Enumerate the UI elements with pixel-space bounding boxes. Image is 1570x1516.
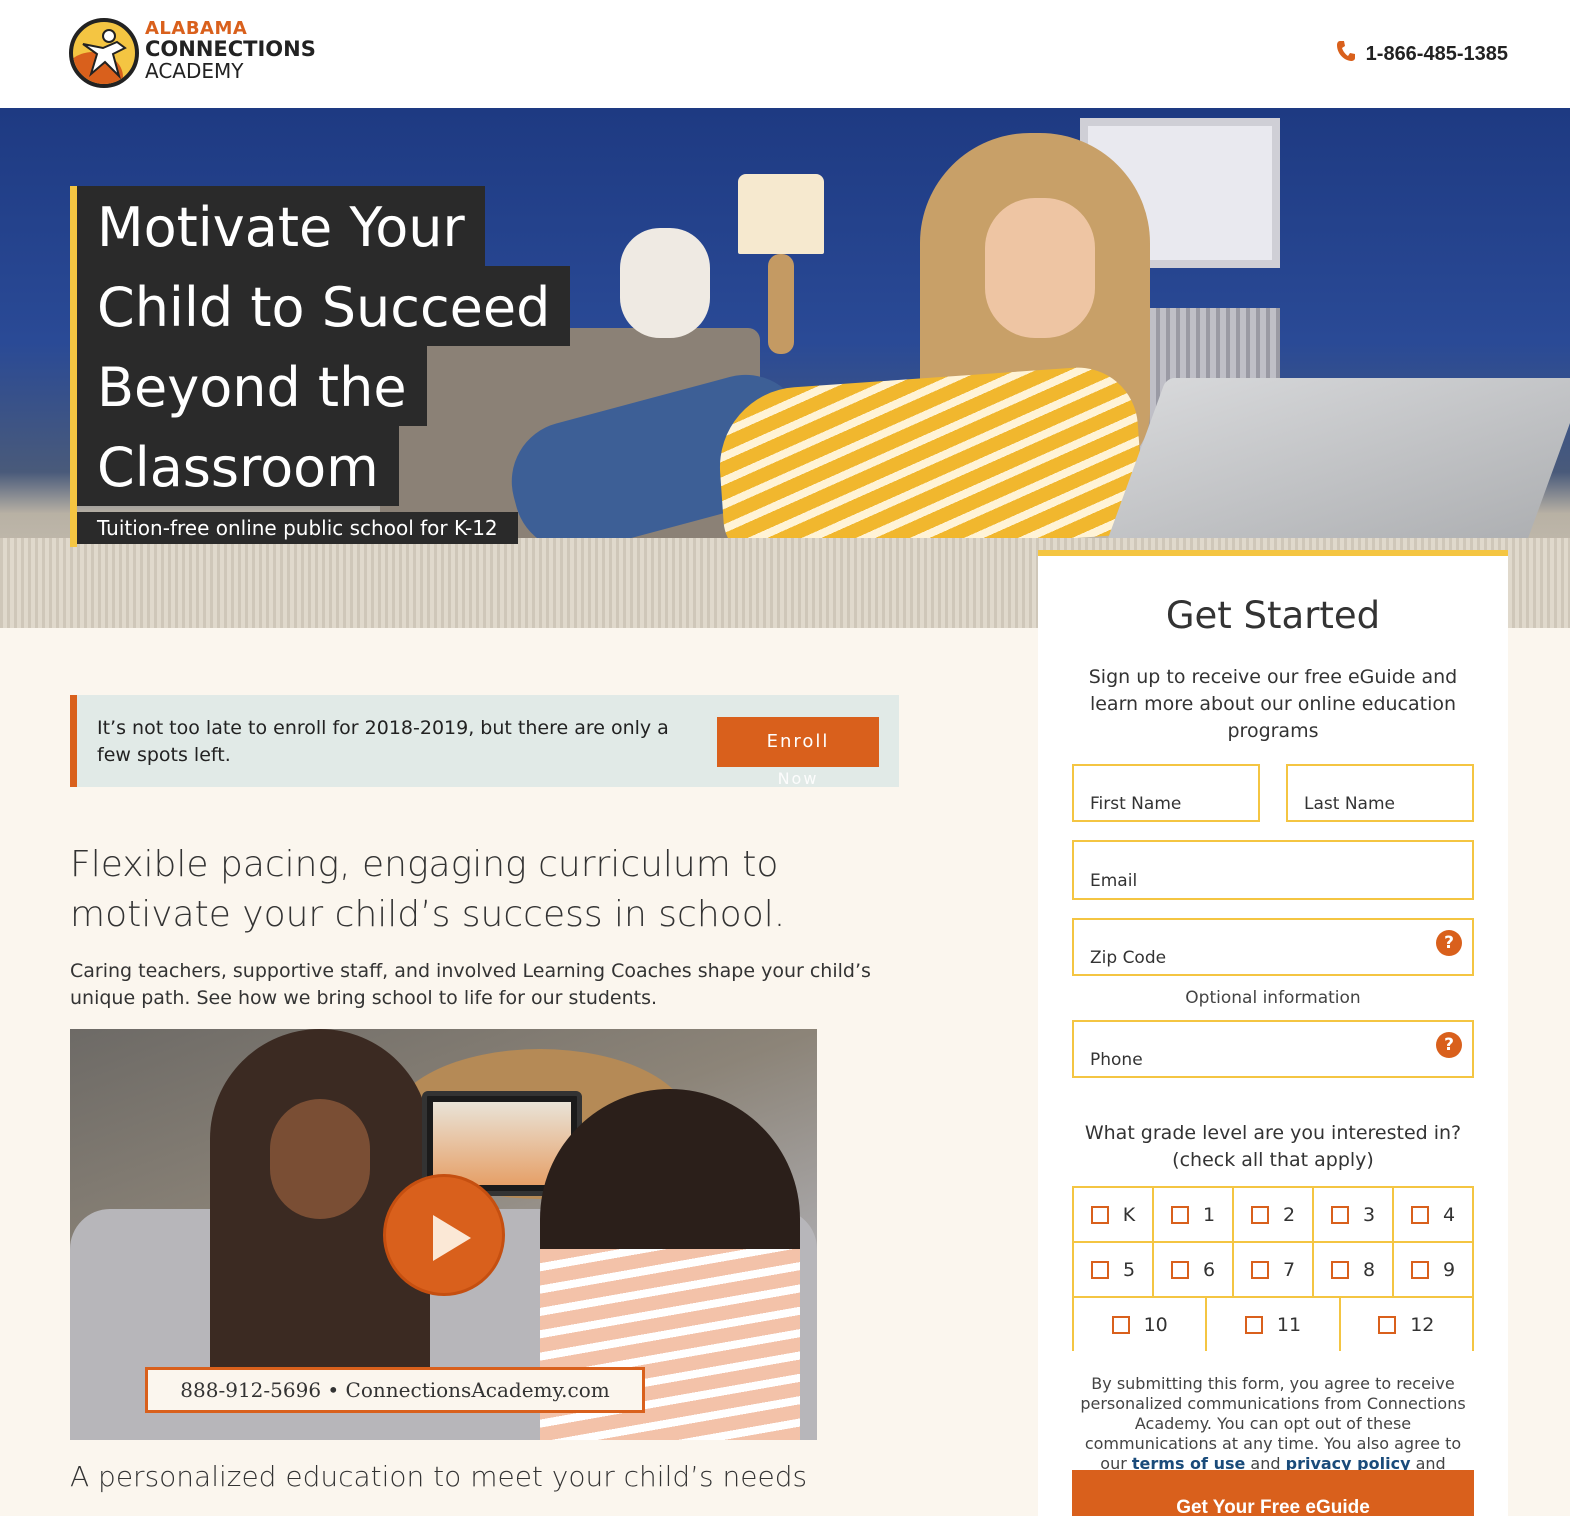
phone-input[interactable]	[1074, 1022, 1472, 1076]
grade-label: 3	[1362, 1203, 1376, 1226]
email-field[interactable]	[1072, 840, 1474, 900]
video-player[interactable]: 888-912-5696 • ConnectionsAcademy.com	[70, 1029, 817, 1440]
checkbox[interactable]	[1250, 1205, 1269, 1224]
checkbox[interactable]	[1111, 1315, 1130, 1334]
phone-icon	[1336, 40, 1356, 68]
get-free-eguide-button[interactable]: Get Your Free eGuide	[1072, 1470, 1474, 1516]
checkbox[interactable]	[1378, 1315, 1397, 1334]
phone-number[interactable]: 1-866-485-1385	[1366, 43, 1508, 66]
academy-logo[interactable]: ALABAMA CONNECTIONS ACADEMY	[69, 16, 329, 90]
grade-label: 10	[1143, 1313, 1168, 1336]
section-paragraph: Caring teachers, supportive staff, and i…	[70, 960, 871, 1009]
last-name-input[interactable]	[1288, 766, 1472, 820]
grade-label: 5	[1122, 1258, 1136, 1281]
grade-label: 4	[1442, 1203, 1456, 1226]
checkbox[interactable]	[1170, 1205, 1189, 1224]
optional-info-label: Optional information	[1185, 988, 1361, 1008]
grade-option-11[interactable]: 11	[1205, 1298, 1338, 1351]
grade-label: 9	[1442, 1258, 1456, 1281]
grade-option-12[interactable]: 12	[1338, 1298, 1474, 1351]
grade-option-8[interactable]: 8	[1312, 1243, 1392, 1296]
checkbox[interactable]	[1244, 1315, 1263, 1334]
grade-option-5[interactable]: 5	[1072, 1243, 1152, 1296]
enroll-button-label-overflow: Now	[777, 769, 819, 788]
first-name-input[interactable]	[1074, 766, 1258, 820]
zip-code-field[interactable]: ?	[1072, 918, 1474, 976]
phone-help-icon[interactable]: ?	[1436, 1032, 1462, 1058]
logo-star-icon	[69, 18, 139, 88]
grade-question: What grade level are you interested in? …	[1084, 1122, 1462, 1171]
grade-label: 2	[1282, 1203, 1296, 1226]
headline-line-4: Classroom	[77, 426, 399, 506]
grade-label: 8	[1362, 1258, 1376, 1281]
grade-label: 7	[1282, 1258, 1296, 1281]
signup-form: Get Started Sign up to receive our free …	[1038, 550, 1508, 1516]
checkbox[interactable]	[1090, 1260, 1109, 1279]
form-title: Get Started	[1165, 594, 1381, 637]
grade-label: K	[1122, 1203, 1136, 1226]
enroll-now-button[interactable]: Enroll Now	[717, 717, 879, 788]
video-caption: 888-912-5696 • ConnectionsAcademy.com	[145, 1367, 645, 1413]
grade-option-7[interactable]: 7	[1232, 1243, 1312, 1296]
headline-line-3: Beyond the	[77, 346, 427, 426]
first-name-field[interactable]	[1072, 764, 1260, 822]
logo-name: CONNECTIONS	[145, 37, 316, 61]
grade-checkbox-grid: K 1 2 3 4 5 6 7 8 9 10 11 12	[1072, 1186, 1474, 1351]
grade-option-6[interactable]: 6	[1152, 1243, 1232, 1296]
grade-label: 12	[1410, 1313, 1435, 1336]
last-name-field[interactable]	[1286, 764, 1474, 822]
headline-accent-bar	[70, 186, 77, 547]
checkbox[interactable]	[1330, 1205, 1349, 1224]
zip-help-icon[interactable]: ?	[1436, 930, 1462, 956]
checkbox[interactable]	[1090, 1205, 1109, 1224]
grade-label: 6	[1202, 1258, 1216, 1281]
checkbox[interactable]	[1330, 1260, 1349, 1279]
grade-option-2[interactable]: 2	[1232, 1188, 1312, 1241]
grade-option-10[interactable]: 10	[1072, 1298, 1205, 1351]
grade-row: 10 11 12	[1072, 1296, 1474, 1351]
grade-option-9[interactable]: 9	[1392, 1243, 1474, 1296]
form-subtitle: Sign up to receive our free eGuide and l…	[1088, 666, 1458, 742]
checkbox[interactable]	[1410, 1260, 1429, 1279]
section-subheading: A personalized education to meet your ch…	[70, 1460, 808, 1493]
headline-line-2: Child to Succeed	[77, 266, 571, 346]
enroll-banner: It’s not too late to enroll for 2018-201…	[70, 695, 899, 788]
checkbox[interactable]	[1250, 1260, 1269, 1279]
grade-option-k[interactable]: K	[1072, 1188, 1152, 1241]
grade-option-1[interactable]: 1	[1152, 1188, 1232, 1241]
site-header: ALABAMA CONNECTIONS ACADEMY 1-866-485-13…	[0, 0, 1570, 108]
enroll-banner-text: It’s not too late to enroll for 2018-201…	[97, 717, 669, 766]
email-input[interactable]	[1074, 842, 1472, 898]
grade-option-3[interactable]: 3	[1312, 1188, 1392, 1241]
grade-label: 11	[1276, 1313, 1302, 1336]
zip-code-input[interactable]	[1074, 920, 1472, 974]
grade-row: 5 6 7 8 9	[1072, 1241, 1474, 1296]
grade-label: 1	[1202, 1203, 1216, 1226]
checkbox[interactable]	[1410, 1205, 1429, 1224]
grade-row: K 1 2 3 4	[1072, 1186, 1474, 1241]
hero-subheadline: Tuition-free online public school for K-…	[77, 512, 518, 544]
logo-state: ALABAMA	[145, 18, 248, 39]
enroll-button-label: Enroll	[766, 731, 830, 752]
section-heading: Flexible pacing, engaging curriculum to …	[70, 844, 786, 935]
header-phone[interactable]: 1-866-485-1385	[1336, 40, 1508, 68]
checkbox[interactable]	[1170, 1260, 1189, 1279]
phone-field[interactable]: ?	[1072, 1020, 1474, 1078]
logo-academy: ACADEMY	[145, 59, 244, 83]
grade-option-4[interactable]: 4	[1392, 1188, 1474, 1241]
headline-line-1: Motivate Your	[77, 186, 485, 266]
play-icon[interactable]	[383, 1174, 505, 1296]
